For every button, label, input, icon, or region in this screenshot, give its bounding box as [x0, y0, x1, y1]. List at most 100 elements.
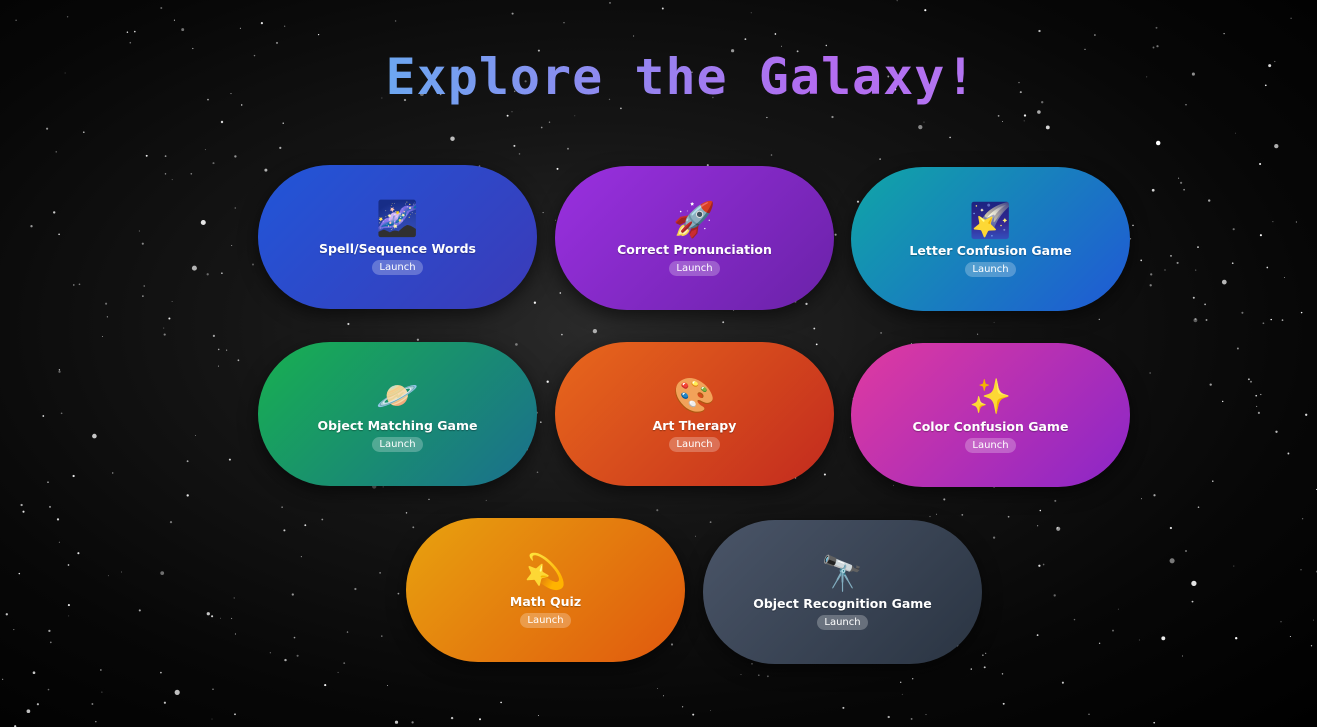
- star: [20, 503, 23, 507]
- star: [191, 265, 197, 271]
- star: [18, 572, 21, 575]
- launch-button[interactable]: Launch: [965, 437, 1016, 453]
- star: [485, 499, 487, 501]
- star: [1212, 480, 1214, 482]
- card-color-confusion-game[interactable]: ✨ Color Confusion Game Launch: [851, 343, 1130, 487]
- star: [561, 333, 563, 336]
- launch-button[interactable]: Launch: [372, 259, 423, 275]
- star: [204, 149, 206, 151]
- star: [1274, 143, 1279, 149]
- star: [168, 317, 171, 320]
- star: [1236, 347, 1239, 350]
- star: [1221, 279, 1227, 285]
- star: [217, 365, 219, 367]
- launch-button[interactable]: Launch: [669, 436, 720, 452]
- star: [1191, 600, 1194, 603]
- launch-button[interactable]: Launch: [520, 612, 571, 628]
- star: [1197, 246, 1199, 248]
- star: [513, 144, 516, 147]
- star: [657, 688, 658, 689]
- card-spell-sequence-words[interactable]: 🌌 Spell/Sequence Words Launch: [258, 165, 537, 309]
- star: [515, 343, 518, 346]
- star: [548, 121, 551, 123]
- star: [537, 715, 539, 716]
- star: [239, 27, 241, 29]
- star: [1045, 125, 1050, 130]
- star: [1272, 221, 1274, 223]
- star: [992, 536, 996, 539]
- card-math-quiz[interactable]: 💫 Math Quiz Launch: [406, 518, 685, 662]
- star: [47, 688, 50, 691]
- star: [900, 681, 902, 683]
- star: [813, 327, 816, 330]
- star: [1002, 121, 1003, 123]
- star: [1176, 261, 1179, 264]
- star: [91, 703, 94, 705]
- star: [1150, 273, 1153, 276]
- star: [1300, 311, 1303, 314]
- star: [1117, 608, 1119, 610]
- star: [949, 136, 951, 139]
- star: [1295, 221, 1298, 223]
- star: [1260, 393, 1262, 396]
- palette-icon: 🎨: [673, 375, 716, 416]
- star: [511, 12, 514, 15]
- star: [126, 31, 129, 34]
- star: [228, 458, 231, 461]
- star: [111, 472, 114, 474]
- star: [317, 33, 320, 36]
- star: [163, 333, 166, 336]
- card-object-recognition-game[interactable]: 🔭 Object Recognition Game Launch: [703, 520, 982, 664]
- star: [1140, 498, 1143, 500]
- card-letter-confusion-game[interactable]: 🌠 Letter Confusion Game Launch: [851, 167, 1130, 311]
- milky-way-icon: 🌌: [376, 198, 419, 239]
- star: [105, 302, 108, 305]
- star: [1156, 45, 1159, 48]
- star: [212, 162, 215, 165]
- star: [887, 715, 890, 719]
- star: [1149, 284, 1152, 287]
- star: [163, 327, 165, 329]
- star: [982, 654, 984, 656]
- star: [160, 671, 162, 674]
- star: [1023, 114, 1027, 117]
- star: [15, 19, 17, 22]
- star: [750, 12, 752, 14]
- star: [78, 283, 81, 286]
- star: [1247, 378, 1250, 381]
- star: [1042, 563, 1045, 566]
- card-object-matching-game[interactable]: 🪐 Object Matching Game Launch: [258, 342, 537, 486]
- star: [901, 693, 903, 695]
- star: [1310, 645, 1313, 647]
- star: [1178, 177, 1180, 179]
- launch-button[interactable]: Launch: [817, 614, 868, 630]
- star: [1037, 110, 1041, 114]
- star: [212, 688, 214, 690]
- launch-button[interactable]: Launch: [669, 260, 720, 276]
- star: [337, 671, 339, 674]
- card-label: Color Confusion Game: [912, 418, 1069, 434]
- star: [1255, 394, 1258, 397]
- star: [173, 19, 175, 21]
- star: [206, 273, 209, 276]
- star: [767, 675, 769, 678]
- star: [1234, 132, 1236, 134]
- star: [142, 295, 144, 297]
- star: [1161, 636, 1166, 641]
- star: [880, 331, 883, 334]
- launch-button[interactable]: Launch: [965, 261, 1016, 277]
- star: [1223, 32, 1225, 35]
- star: [536, 471, 539, 474]
- star: [993, 321, 995, 323]
- card-art-therapy[interactable]: 🎨 Art Therapy Launch: [555, 342, 834, 486]
- star: [120, 571, 122, 573]
- launch-button[interactable]: Launch: [372, 436, 423, 452]
- star: [53, 211, 56, 214]
- star: [1259, 234, 1262, 237]
- star: [77, 552, 80, 555]
- star: [106, 316, 108, 318]
- card-label: Object Recognition Game: [753, 595, 932, 611]
- star: [346, 631, 349, 633]
- page-title: Explore the Galaxy!: [0, 48, 1317, 106]
- card-correct-pronunciation[interactable]: 🚀 Correct Pronunciation Launch: [555, 166, 834, 310]
